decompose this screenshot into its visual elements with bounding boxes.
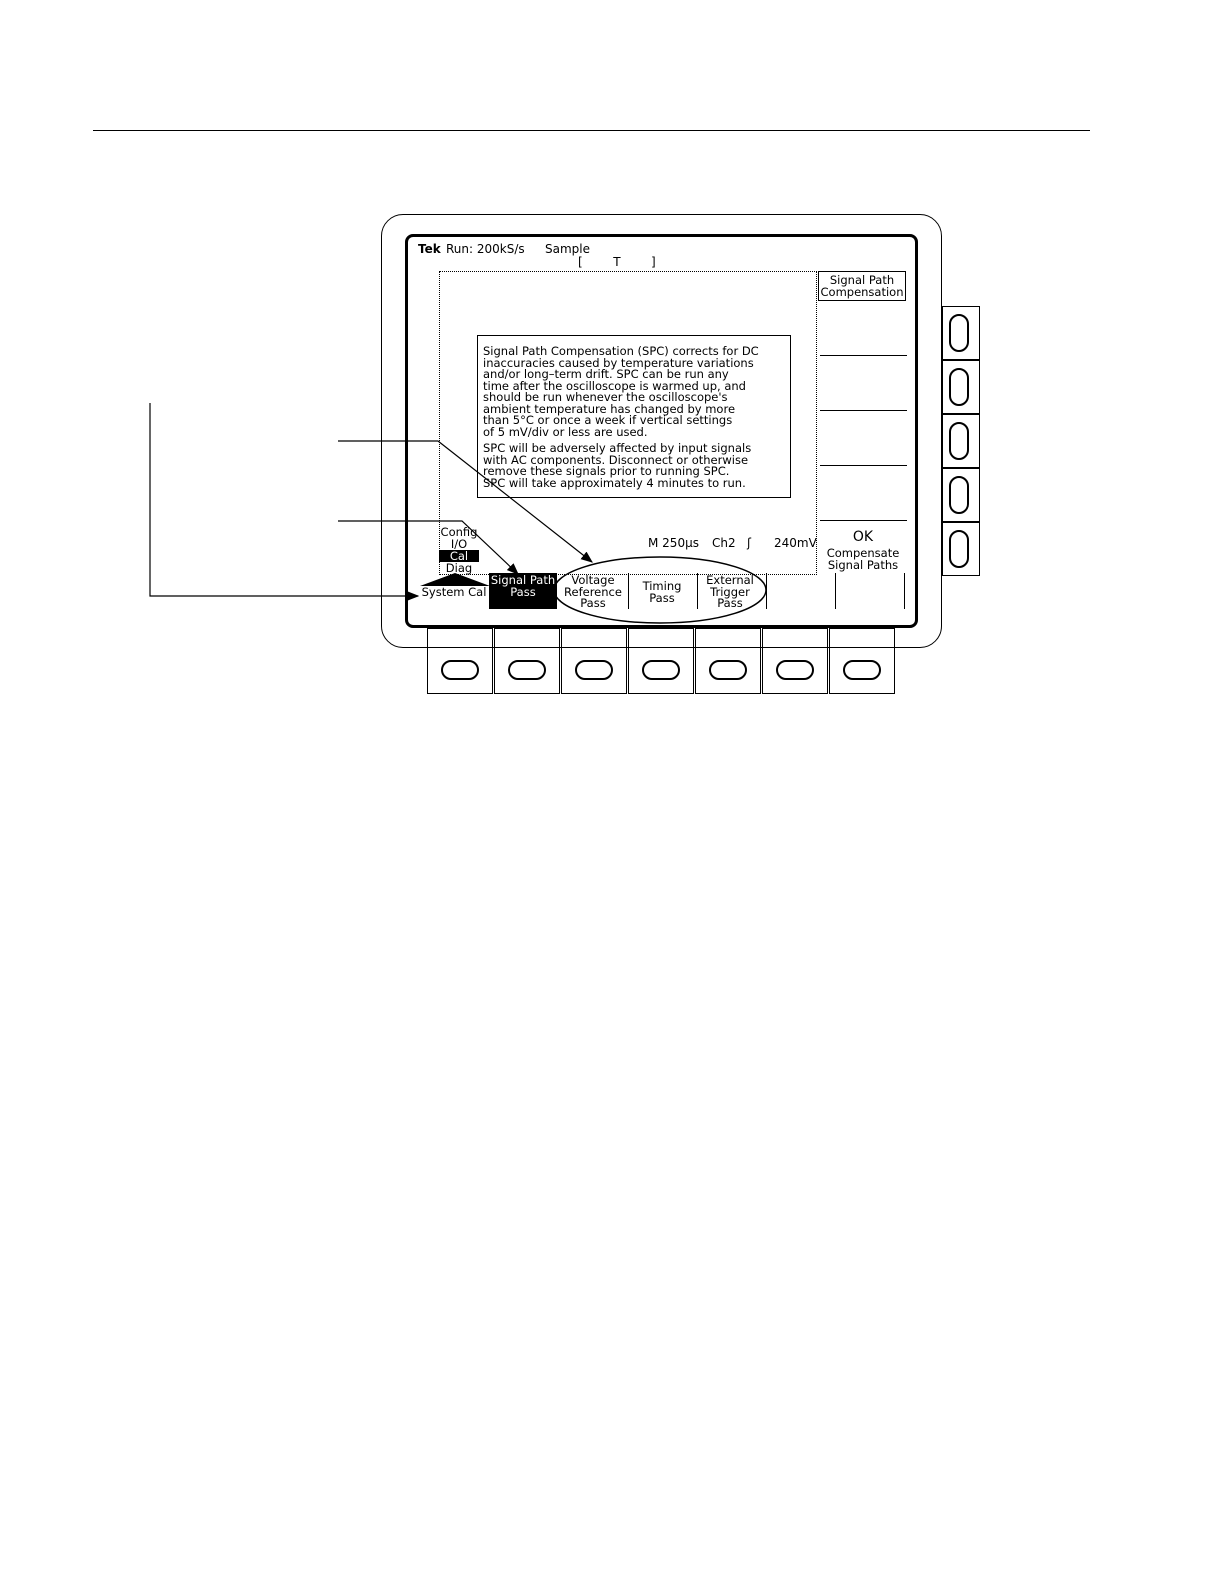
callout-line-signal-path — [338, 520, 519, 575]
callout-line-results — [338, 440, 593, 563]
callout-overlay — [149, 403, 767, 624]
callout-ellipse — [553, 556, 767, 624]
callout-line-system-cal — [149, 403, 420, 601]
